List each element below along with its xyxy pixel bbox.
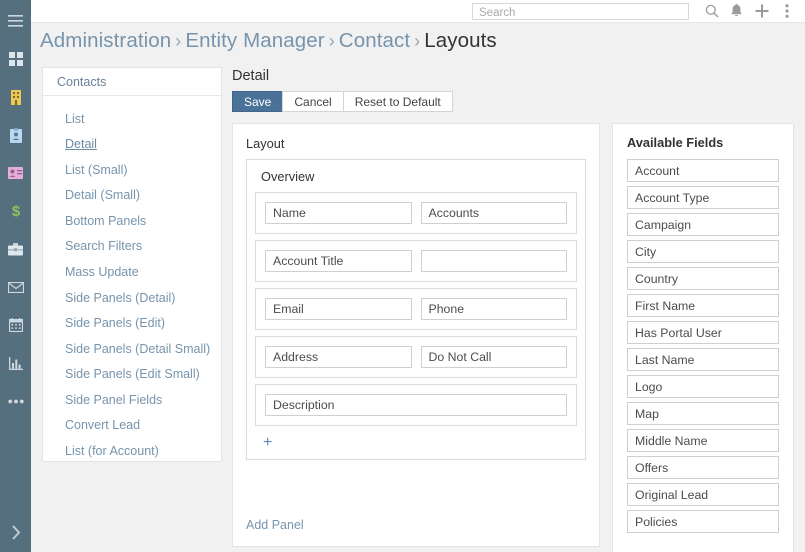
available-field-offers[interactable]: Offers xyxy=(627,456,779,479)
global-search-box[interactable] xyxy=(472,2,689,20)
layout-list-item-side-panel-fields[interactable]: Side Panel Fields xyxy=(43,387,221,413)
layouts-panel-header: Contacts xyxy=(43,68,221,96)
kebab-menu-icon[interactable] xyxy=(774,0,799,23)
panel-name-label: Overview xyxy=(261,169,315,184)
layouts-list: List Detail List (Small) Detail (Small) Bott… xyxy=(43,96,221,470)
layout-list-item-detail-small[interactable]: Detail (Small) xyxy=(43,183,221,209)
available-field-policies[interactable]: Policies xyxy=(627,510,779,533)
available-field-country[interactable]: Country xyxy=(627,267,779,290)
breadcrumb-separator: › xyxy=(328,31,335,51)
breadcrumb-item-contact[interactable]: Contact xyxy=(339,29,410,52)
available-field-middle-name[interactable]: Middle Name xyxy=(627,429,779,452)
layout-row: Email Phone xyxy=(255,288,577,330)
layout-rows-container: Name Accounts Account Title Email Phone Addre… xyxy=(255,192,577,426)
expand-sidebar-chevron-icon[interactable] xyxy=(0,520,31,544)
search-icon[interactable] xyxy=(699,0,724,23)
action-button-group: Save Cancel Reset to Default xyxy=(232,91,453,112)
breadcrumb-current-layouts: Layouts xyxy=(424,29,497,52)
available-field-last-name[interactable]: Last Name xyxy=(627,348,779,371)
app-root: $ Search Administration › Entity Manager… xyxy=(0,0,805,552)
layout-list-item-side-panels-edit-small[interactable]: Side Panels (Edit Small) xyxy=(43,362,221,388)
available-field-logo[interactable]: Logo xyxy=(627,375,779,398)
layout-list-item-list-small[interactable]: List (Small) xyxy=(43,157,221,183)
more-ellipsis-icon[interactable] xyxy=(0,390,31,412)
add-row-plus-icon[interactable]: + xyxy=(255,432,272,453)
layout-list-item-detail[interactable]: Detail xyxy=(43,132,221,158)
layout-list-item-bottom-panels[interactable]: Bottom Panels xyxy=(43,208,221,234)
layout-list-item-list[interactable]: List xyxy=(43,106,221,132)
top-bar xyxy=(31,0,805,23)
layout-list-item-side-panels-detail[interactable]: Side Panels (Detail) xyxy=(43,285,221,311)
available-fields-panel: Available Fields Account Account Type Camp… xyxy=(612,123,794,552)
save-button[interactable]: Save xyxy=(232,91,284,112)
layout-cell-account-title[interactable]: Account Title xyxy=(265,250,412,272)
email-envelope-icon[interactable] xyxy=(0,276,31,298)
layouts-list-panel: Contacts List Detail List (Small) Detail (S… xyxy=(42,67,222,462)
layout-list-item-side-panels-detail-small[interactable]: Side Panels (Detail Small) xyxy=(43,336,221,362)
layout-cell-do-not-call[interactable]: Do Not Call xyxy=(420,346,567,368)
breadcrumb: Administration › Entity Manager › Contact › La… xyxy=(40,29,497,53)
layout-cell-phone[interactable]: Phone xyxy=(420,298,567,320)
svg-text:$: $ xyxy=(11,203,20,219)
accounts-building-icon[interactable] xyxy=(0,86,31,108)
available-field-original-lead[interactable]: Original Lead xyxy=(627,483,779,506)
layout-cell-empty[interactable] xyxy=(420,250,567,272)
page-title: Detail xyxy=(232,68,270,84)
layout-row: Name Accounts xyxy=(255,192,577,234)
layout-panel-overview: Overview Name Accounts Account Title Email P… xyxy=(246,159,586,460)
layout-section-title: Layout xyxy=(246,136,285,151)
breadcrumb-item-administration[interactable]: Administration xyxy=(40,29,171,52)
layout-cell-email[interactable]: Email xyxy=(265,298,412,320)
breadcrumb-separator: › xyxy=(175,31,182,51)
available-field-account[interactable]: Account xyxy=(627,159,779,182)
reports-chart-icon[interactable] xyxy=(0,352,31,374)
available-field-map[interactable]: Map xyxy=(627,402,779,425)
available-field-account-type[interactable]: Account Type xyxy=(627,186,779,209)
layout-list-item-convert-lead[interactable]: Convert Lead xyxy=(43,413,221,439)
layout-list-item-mass-update[interactable]: Mass Update xyxy=(43,259,221,285)
breadcrumb-separator: › xyxy=(414,31,421,51)
layout-row: Description xyxy=(255,384,577,426)
layout-list-item-list-for-account[interactable]: List (for Account) xyxy=(43,438,221,464)
leads-badge-icon[interactable] xyxy=(0,162,31,184)
layout-list-item-side-panels-edit[interactable]: Side Panels (Edit) xyxy=(43,311,221,337)
cases-briefcase-icon[interactable] xyxy=(0,238,31,260)
available-field-has-portal-user[interactable]: Has Portal User xyxy=(627,321,779,344)
available-field-campaign[interactable]: Campaign xyxy=(627,213,779,236)
layout-cell-accounts[interactable]: Accounts xyxy=(420,202,567,224)
plus-icon[interactable] xyxy=(749,0,774,23)
available-field-first-name[interactable]: First Name xyxy=(627,294,779,317)
dashboard-grid-icon[interactable] xyxy=(0,48,31,70)
layout-cell-address[interactable]: Address xyxy=(265,346,412,368)
search-input[interactable] xyxy=(473,5,688,20)
hamburger-menu-icon[interactable] xyxy=(0,10,31,32)
layout-row: Account Title xyxy=(255,240,577,282)
available-fields-list: Account Account Type Campaign City Country Fi… xyxy=(613,159,793,533)
available-field-city[interactable]: City xyxy=(627,240,779,263)
available-fields-title: Available Fields xyxy=(627,135,724,150)
opportunities-dollar-icon[interactable]: $ xyxy=(0,200,31,222)
layout-cell-description[interactable]: Description xyxy=(265,394,567,416)
layout-cell-name[interactable]: Name xyxy=(265,202,412,224)
contacts-card-icon[interactable] xyxy=(0,124,31,146)
breadcrumb-item-entity-manager[interactable]: Entity Manager xyxy=(185,29,324,52)
add-panel-link[interactable]: Add Panel xyxy=(246,518,304,532)
layout-row: Address Do Not Call xyxy=(255,336,577,378)
layout-editor-panel: Layout Overview Name Accounts Account Titl… xyxy=(232,123,600,547)
bell-icon[interactable] xyxy=(724,0,749,23)
left-icon-rail: $ xyxy=(0,0,31,552)
calendar-icon[interactable] xyxy=(0,314,31,336)
reset-to-default-button[interactable]: Reset to Default xyxy=(342,91,453,112)
cancel-button[interactable]: Cancel xyxy=(282,91,344,112)
layout-list-item-search-filters[interactable]: Search Filters xyxy=(43,234,221,260)
